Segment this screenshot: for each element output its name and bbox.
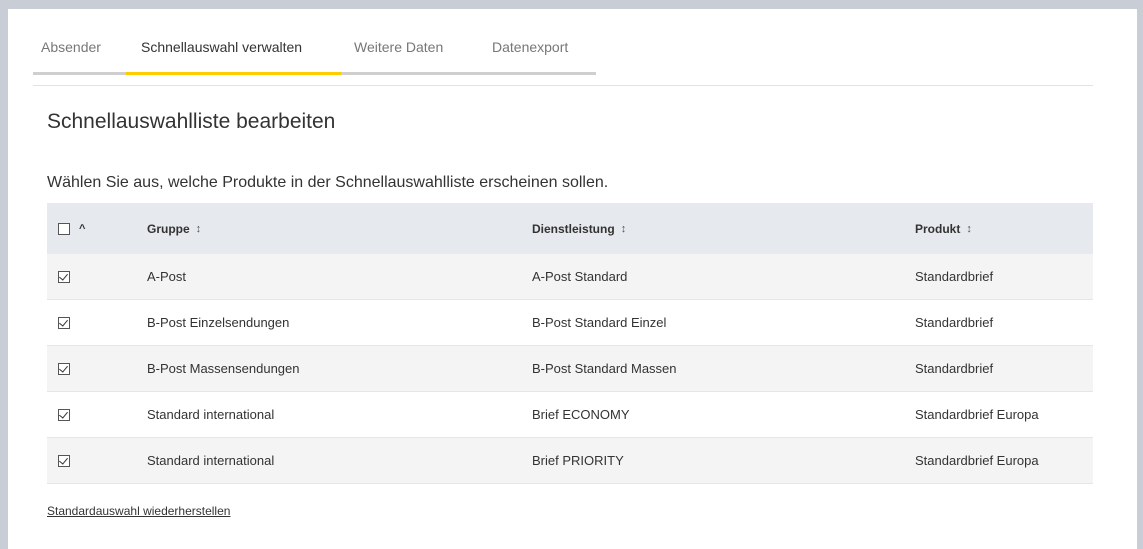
row-check-cell — [58, 254, 70, 299]
sort-updown-icon[interactable]: ↕ — [966, 223, 972, 235]
column-header-dienstleistung-label: Dienstleistung — [532, 221, 615, 236]
cell-dienstleistung: A-Post Standard — [532, 269, 628, 284]
tab-datenexport[interactable]: Datenexport — [492, 39, 568, 55]
cell-dienstleistung: Brief PRIORITY — [532, 453, 624, 468]
sort-updown-icon[interactable]: ↕ — [621, 223, 627, 235]
cell-dienstleistung: Brief ECONOMY — [532, 407, 630, 422]
table-row: Standard international Brief PRIORITY St… — [47, 438, 1093, 484]
cell-produkt: Standardbrief — [915, 269, 994, 284]
cell-gruppe: Standard international — [147, 453, 275, 468]
column-header-produkt[interactable]: Produkt ↕ — [915, 203, 972, 254]
row-checkbox[interactable] — [58, 270, 70, 283]
column-header-dienstleistung[interactable]: Dienstleistung ↕ — [532, 203, 626, 254]
row-checkbox[interactable] — [58, 454, 70, 467]
sort-updown-icon[interactable]: ↕ — [196, 223, 202, 235]
select-all-cell: ^ — [58, 203, 85, 254]
table-row: A-Post A-Post Standard Standardbrief — [47, 254, 1093, 300]
cell-dienstleistung: B-Post Standard Massen — [532, 361, 677, 376]
cell-produkt: Standardbrief — [915, 315, 994, 330]
row-check-cell — [58, 346, 70, 391]
row-checkbox[interactable] — [58, 408, 70, 421]
cell-gruppe: B-Post Einzelsendungen — [147, 315, 290, 330]
divider — [33, 85, 1093, 86]
tab-weitere-daten[interactable]: Weitere Daten — [354, 39, 443, 55]
table-row: B-Post Massensendungen B-Post Standard M… — [47, 346, 1093, 392]
table-row: B-Post Einzelsendungen B-Post Standard E… — [47, 300, 1093, 346]
cell-dienstleistung: B-Post Standard Einzel — [532, 315, 667, 330]
select-all-checkbox[interactable] — [58, 222, 70, 235]
products-table: ^ Gruppe ↕ Dienstleistung ↕ Produkt ↕ A-… — [47, 203, 1093, 484]
row-check-cell — [58, 438, 70, 483]
page-title: Schnellauswahlliste bearbeiten — [47, 110, 336, 133]
table-header: ^ Gruppe ↕ Dienstleistung ↕ Produkt ↕ — [47, 203, 1093, 254]
cell-produkt: Standardbrief Europa — [915, 453, 1039, 468]
instruction-text: Wählen Sie aus, welche Produkte in der S… — [47, 174, 609, 191]
active-tab-indicator — [126, 72, 341, 75]
tab-absender[interactable]: Absender — [41, 39, 101, 55]
column-header-gruppe[interactable]: Gruppe ↕ — [147, 203, 201, 254]
column-header-produkt-label: Produkt — [915, 221, 961, 236]
row-check-cell — [58, 300, 70, 345]
cell-produkt: Standardbrief — [915, 361, 994, 376]
row-checkbox[interactable] — [58, 316, 70, 329]
table-row: Standard international Brief ECONOMY Sta… — [47, 392, 1093, 438]
row-checkbox[interactable] — [58, 362, 70, 375]
cell-produkt: Standardbrief Europa — [915, 407, 1039, 422]
column-header-gruppe-label: Gruppe — [147, 221, 190, 236]
cell-gruppe: A-Post — [147, 269, 187, 284]
cell-gruppe: B-Post Massensendungen — [147, 361, 300, 376]
panel: Absender Schnellauswahl verwalten Weiter… — [8, 9, 1137, 549]
tab-schnellauswahl-verwalten[interactable]: Schnellauswahl verwalten — [141, 39, 302, 55]
tab-bar: Absender Schnellauswahl verwalten Weiter… — [33, 31, 596, 75]
row-check-cell — [58, 392, 70, 437]
cell-gruppe: Standard international — [147, 407, 275, 422]
restore-default-link[interactable]: Standardauswahl wiederherstellen — [47, 504, 230, 518]
caret-up-icon[interactable]: ^ — [79, 223, 85, 235]
